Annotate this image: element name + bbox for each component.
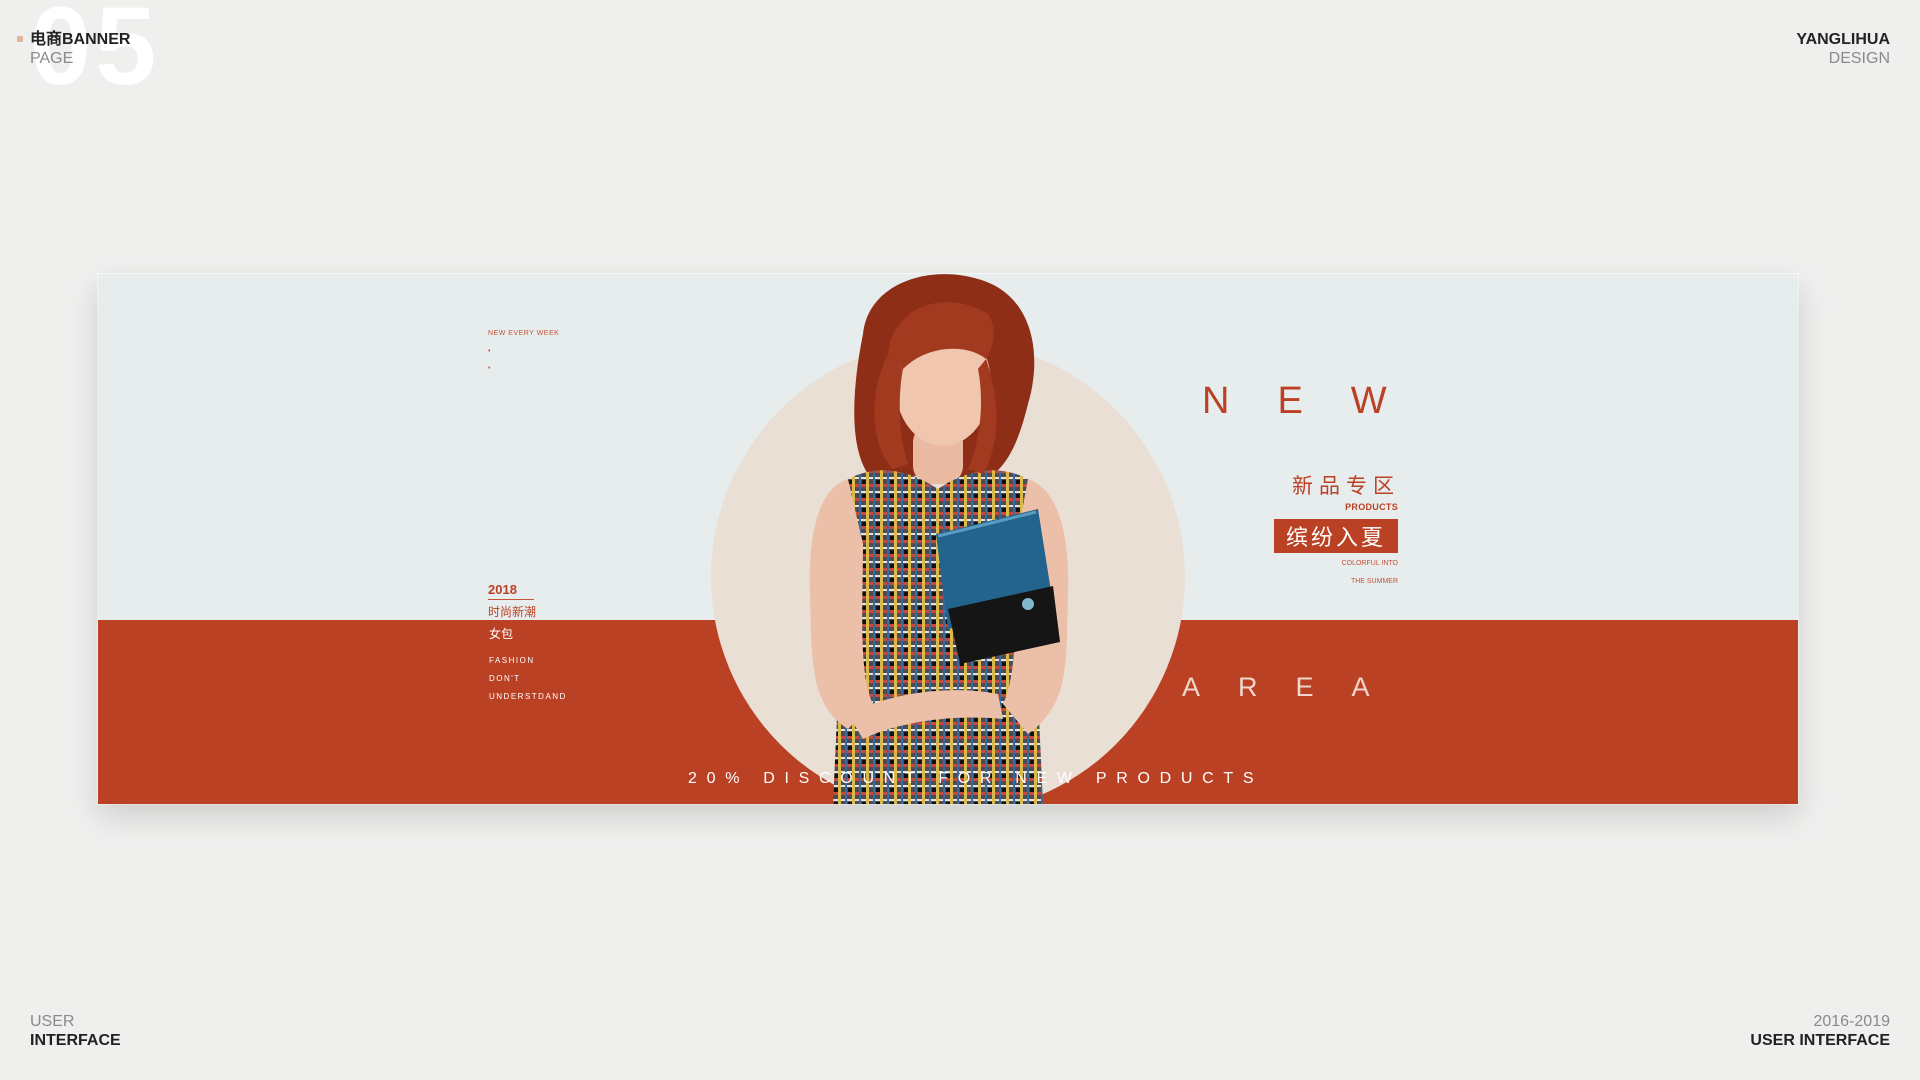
trend-label: 时尚新潮 [488,605,537,619]
year-label: 2018 [488,582,517,597]
bottom-left-caption: USER INTERFACE [30,1012,121,1050]
bottom-right-caption: 2016-2019 USER INTERFACE [1750,1012,1890,1050]
headline-new: NEW [1202,380,1435,422]
bottom-left-line1: USER [30,1013,75,1030]
top-right-caption: YANGLIHUA DESIGN [1796,30,1890,68]
ecommerce-banner[interactable]: NEW EVERY WEEK • • 2018 时尚新潮 女包 FASHION … [98,274,1798,804]
bottom-left-line2: INTERFACE [30,1032,121,1049]
bag-label: 女包 [489,627,514,641]
colorful-line: THE SUMMER [1350,578,1398,585]
english-line: UNDERSTDAND [489,692,567,701]
headline-area: AREA [1182,672,1408,702]
caption-subtitle: PAGE [30,50,74,67]
caption-title: 电商BANNER [30,31,131,48]
products-label: PRODUCTS [1345,502,1398,512]
accent-dot [17,36,23,42]
english-line: DON'T [489,674,521,683]
subtitle-new-products: 新品专区 [1292,475,1400,498]
tagline-new-every-week: NEW EVERY WEEK [488,330,560,337]
model-with-handbag-image [809,274,1069,804]
year-underline [488,599,534,600]
english-line: FASHION [489,656,535,665]
top-left-caption: 电商BANNER PAGE [30,30,130,68]
colorful-line: COLORFUL INTO [1341,560,1398,567]
bottom-right-line2: USER INTERFACE [1750,1032,1890,1049]
discount-text: 20% DISCOUNT FOR NEW PRODUCTS [688,770,1264,787]
bullet-dot: • [488,365,491,372]
summer-badge[interactable]: 缤纷入夏 [1274,519,1398,553]
designer-subtitle: DESIGN [1828,50,1890,67]
year-range: 2016-2019 [1813,1013,1890,1030]
bullet-dot: • [488,348,491,355]
designer-name: YANGLIHUA [1796,31,1890,48]
